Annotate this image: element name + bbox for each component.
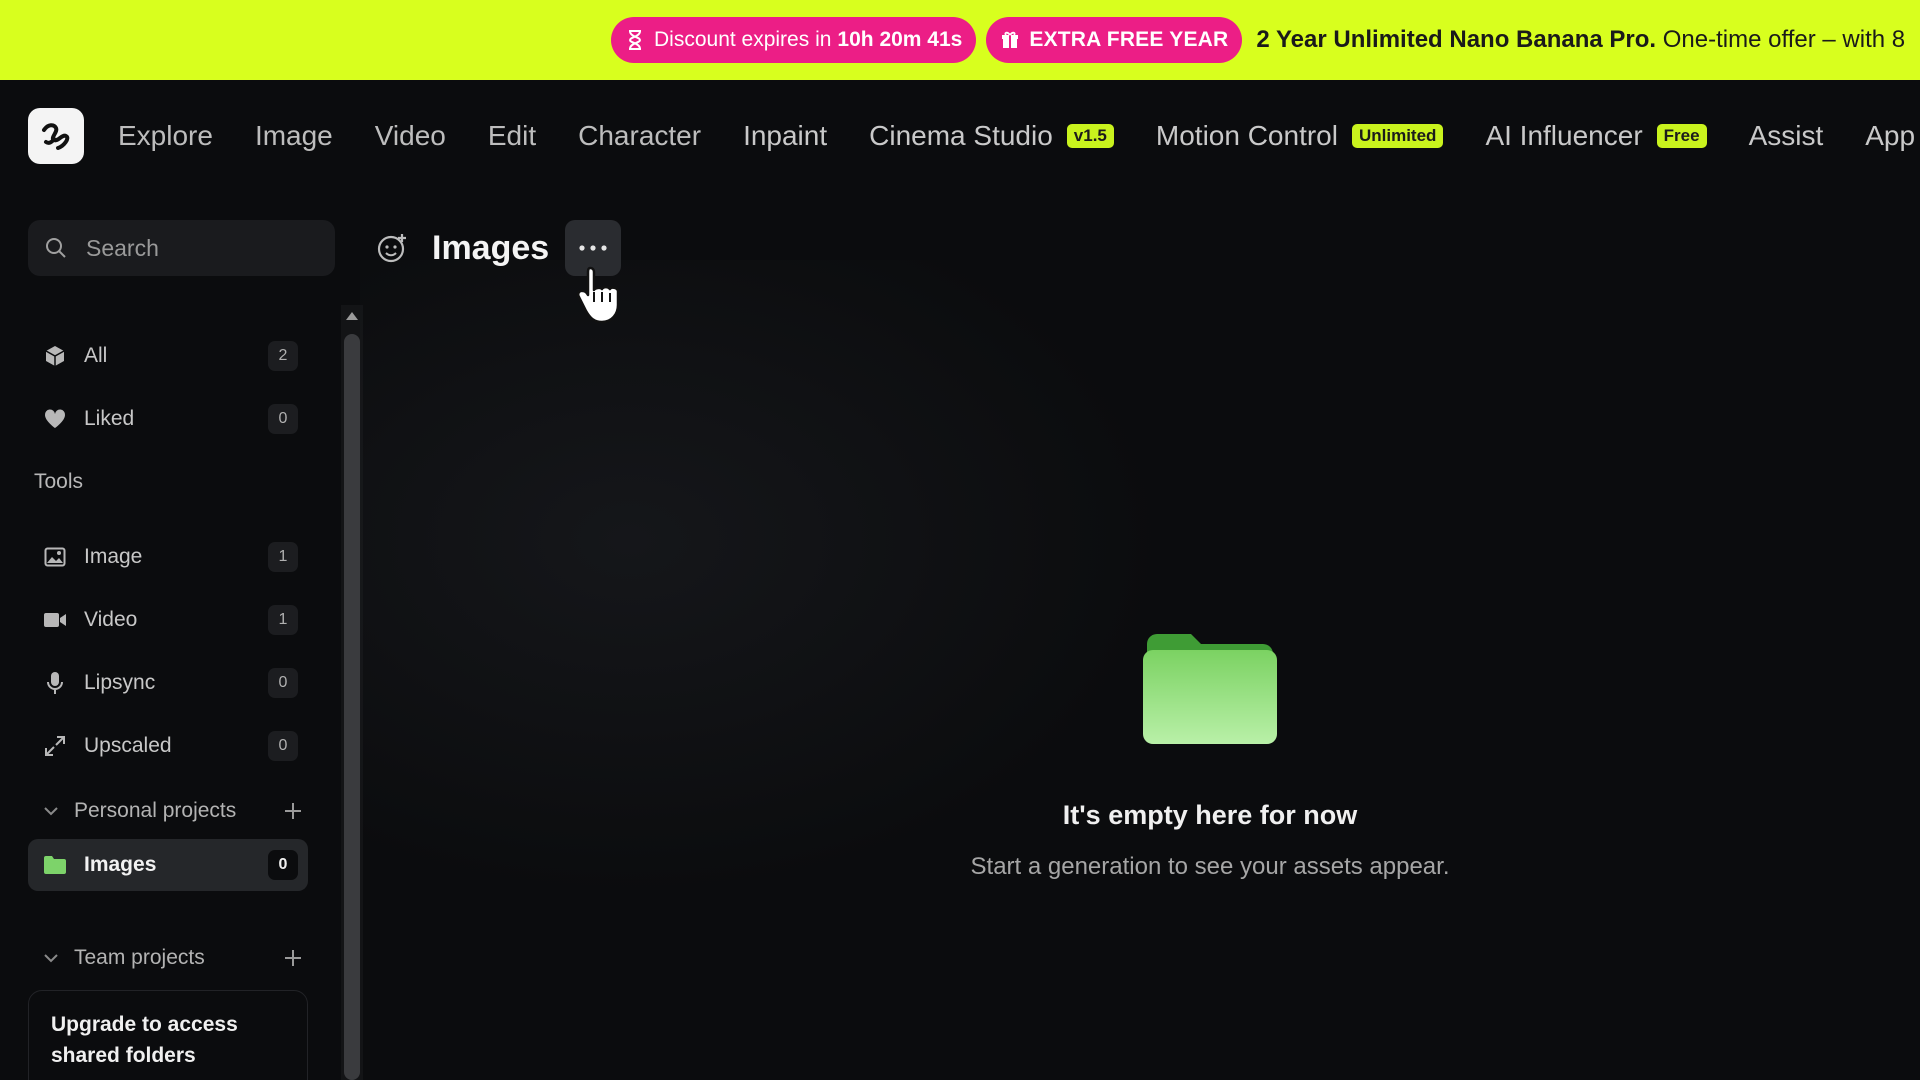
- promo-banner: Discount expires in 10h 20m 41s EXTRA FR…: [0, 0, 1920, 80]
- hand-pointer-cursor-icon: [576, 266, 620, 324]
- nav-label: Image: [254, 120, 333, 151]
- nav-assist[interactable]: Assist: [1749, 120, 1824, 152]
- sidebar-item-label: Lipsync: [84, 671, 156, 694]
- count-badge: 1: [268, 605, 298, 635]
- free-badge: Free: [1656, 124, 1707, 148]
- count-badge: 0: [268, 731, 298, 761]
- promo-offer-text[interactable]: 2 Year Unlimited Nano Banana Pro. One-ti…: [1256, 26, 1905, 54]
- sidebar-item-video[interactable]: Video 1: [28, 594, 308, 646]
- nav-label: AI Influencer: [1485, 120, 1643, 151]
- sidebar-item-label: Upscaled: [84, 734, 172, 757]
- sidebar-item-label: Images: [84, 853, 157, 876]
- upgrade-text: Upgrade to access shared folders: [51, 1013, 238, 1067]
- gift-icon: [1000, 30, 1020, 50]
- add-emoji-icon[interactable]: [374, 230, 410, 266]
- count-badge: 2: [268, 341, 298, 371]
- count-badge: 0: [268, 668, 298, 698]
- hourglass-icon: [625, 30, 645, 50]
- team-projects-header[interactable]: Team projects: [42, 938, 304, 978]
- sidebar-item-upscaled[interactable]: Upscaled 0: [28, 720, 308, 772]
- folder-icon: [1143, 634, 1277, 744]
- team-projects-label: Team projects: [74, 946, 205, 969]
- nav-inpaint[interactable]: Inpaint: [743, 120, 827, 152]
- sidebar-item-label: Video: [84, 608, 138, 631]
- nav-label: App: [1865, 120, 1916, 151]
- personal-projects-label: Personal projects: [74, 799, 237, 822]
- nav-label: Character: [578, 120, 702, 151]
- extra-free-year-label: EXTRA FREE YEAR: [1029, 28, 1229, 51]
- nav-label: Motion Control: [1155, 120, 1338, 151]
- add-team-project-icon[interactable]: [282, 947, 304, 969]
- nav-label: Video: [374, 120, 446, 151]
- app-logo[interactable]: [28, 108, 84, 164]
- search-box[interactable]: [28, 220, 335, 276]
- scrollbar-thumb[interactable]: [344, 334, 360, 1080]
- nav-cinema-studio[interactable]: Cinema Studio v1.5: [869, 120, 1114, 152]
- unlimited-badge: Unlimited: [1351, 124, 1444, 148]
- video-camera-icon: [42, 607, 68, 633]
- empty-state-subtitle: Start a generation to see your assets ap…: [970, 853, 1450, 880]
- image-icon: [42, 544, 68, 570]
- personal-projects-header[interactable]: Personal projects: [42, 791, 304, 831]
- chevron-down-icon[interactable]: [42, 802, 60, 820]
- count-badge: 0: [268, 850, 298, 880]
- sidebar-item-label: Liked: [84, 407, 135, 430]
- sidebar-item-lipsync[interactable]: Lipsync 0: [28, 657, 308, 709]
- nav-video[interactable]: Video: [375, 120, 446, 152]
- scroll-up-arrow-icon[interactable]: [341, 305, 363, 327]
- sidebar-item-image[interactable]: Image 1: [28, 531, 308, 583]
- sidebar-item-images-project[interactable]: Images 0: [28, 839, 308, 891]
- search-icon: [46, 238, 66, 258]
- add-personal-project-icon[interactable]: [282, 800, 304, 822]
- expand-arrows-icon: [42, 733, 68, 759]
- empty-state-title: It's empty here for now: [1062, 800, 1358, 830]
- microphone-icon: [42, 670, 68, 696]
- heart-icon: [42, 406, 68, 432]
- nav-image[interactable]: Image: [255, 120, 333, 152]
- search-input[interactable]: [86, 234, 306, 262]
- library-sidebar: All 2 Liked 0 Tools Image 1 Video 1 Lips…: [0, 192, 340, 1080]
- sidebar-item-label: All: [84, 344, 108, 367]
- nav-label: Explore: [118, 120, 213, 151]
- discount-time: 10h 20m 41s: [837, 28, 963, 51]
- promo-offer-rest: One-time offer – with 8: [1662, 26, 1906, 53]
- nav-label: Inpaint: [743, 120, 828, 151]
- nav-explore[interactable]: Explore: [118, 120, 213, 152]
- promo-offer-bold: 2 Year Unlimited Nano Banana Pro.: [1256, 26, 1657, 53]
- count-badge: 0: [268, 404, 298, 434]
- logo-icon: [42, 123, 70, 150]
- extra-free-year-pill[interactable]: EXTRA FREE YEAR: [986, 17, 1243, 63]
- sidebar-item-all[interactable]: All 2: [28, 330, 308, 382]
- nav-label: Edit: [487, 120, 537, 151]
- version-badge: v1.5: [1066, 124, 1114, 148]
- nav-character[interactable]: Character: [578, 120, 701, 152]
- nav-motion-control[interactable]: Motion Control Unlimited: [1156, 120, 1444, 152]
- nav-apps[interactable]: App: [1865, 120, 1915, 152]
- count-badge: 1: [268, 542, 298, 572]
- sidebar-item-label: Image: [84, 545, 143, 568]
- nav-label: Cinema Studio: [869, 120, 1053, 151]
- top-navigation: Explore Image Video Edit Character Inpai…: [0, 80, 1920, 192]
- empty-state: It's empty here for now Start a generati…: [710, 630, 1710, 881]
- folder-icon: [42, 852, 68, 878]
- discount-countdown-pill[interactable]: Discount expires in 10h 20m 41s: [611, 17, 977, 63]
- chevron-down-icon[interactable]: [42, 949, 60, 967]
- sidebar-item-liked[interactable]: Liked 0: [28, 393, 308, 445]
- upgrade-card[interactable]: Upgrade to access shared folders: [28, 990, 308, 1080]
- discount-prefix: Discount expires in: [654, 28, 832, 51]
- nav-ai-influencer[interactable]: AI Influencer Free: [1485, 120, 1707, 152]
- page-title: Images: [432, 228, 550, 267]
- nav-edit[interactable]: Edit: [488, 120, 536, 152]
- cube-icon: [42, 343, 68, 369]
- ellipsis-icon: [579, 245, 607, 251]
- tools-heading: Tools: [34, 470, 84, 493]
- nav-label: Assist: [1748, 120, 1824, 151]
